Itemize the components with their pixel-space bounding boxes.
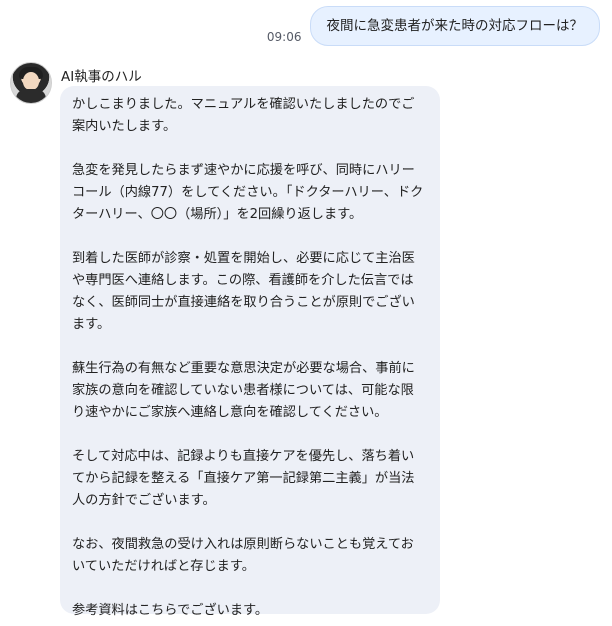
message-paragraph: そして対応中は、記録よりも直接ケアを優先し、落ち着いてから記録を整える「直接ケア…: [72, 449, 415, 508]
outgoing-message-bubble[interactable]: 夜間に急変患者が来た時の対応フローは？: [309, 6, 600, 46]
message-paragraph: 急変を発見したらまず速やかに応援を呼び、同時にハリーコール（内線77）をしてくだ…: [72, 163, 424, 222]
message-paragraph: かしこまりました。マニュアルを確認いたしましたのでご案内いたします。: [72, 97, 415, 134]
message-timestamp: 09:06: [266, 30, 302, 44]
sender-name: AI執事のハル: [61, 69, 142, 85]
chat-thread: 09:06 夜間に急変患者が来た時の対応フローは？ AI執事のハル かしこまりま…: [0, 0, 612, 626]
incoming-message-bubble[interactable]: かしこまりました。マニュアルを確認いたしましたのでご案内いたします。 急変を発見…: [60, 86, 440, 618]
message-paragraph: 参考資料はこちらでございます。: [72, 603, 269, 618]
outgoing-message-row: 09:06 夜間に急変患者が来た時の対応フローは？: [267, 6, 600, 46]
message-paragraph: なお、夜間救急の受け入れは原則断らないことも覚えておいていただければと存じます。: [72, 537, 414, 574]
message-paragraph: 到着した医師が診察・処置を開始し、必要に応じて主治医や専門医へ連絡します。この際…: [72, 251, 415, 332]
butler-avatar-icon[interactable]: [10, 62, 52, 104]
message-paragraph: 蘇生行為の有無など重要な意思決定が必要な場合、事前に家族の意向を確認していない患…: [72, 361, 415, 420]
